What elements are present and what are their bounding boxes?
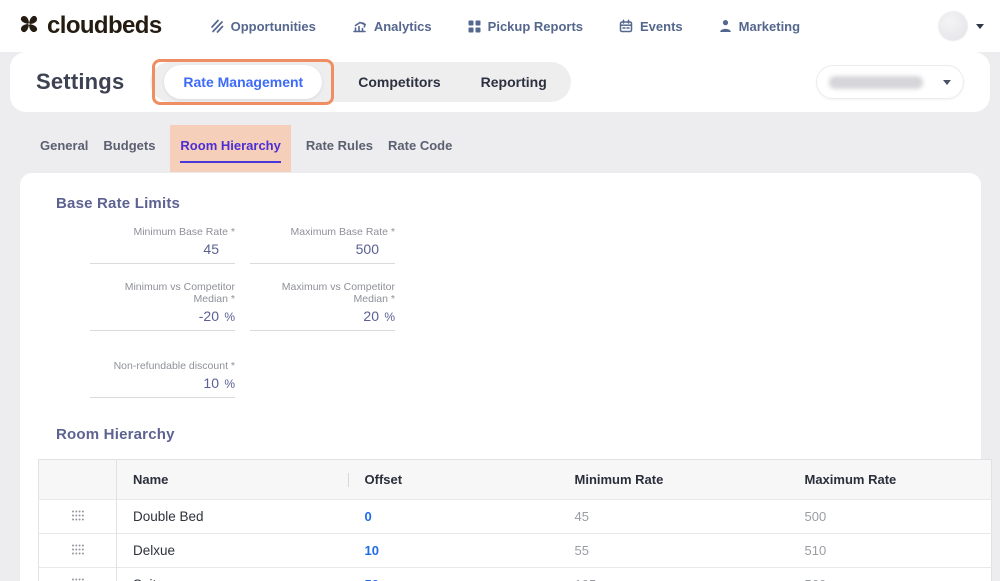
maximum-vs-competitor-median-field: Maximum vs Competitor Median * 20 % bbox=[250, 281, 395, 331]
minimum-vs-competitor-median-field: Minimum vs Competitor Median * -20 % bbox=[90, 281, 235, 331]
offset-value-link[interactable]: 0 bbox=[365, 509, 372, 524]
chevron-down-icon bbox=[943, 80, 951, 85]
tab-reporting[interactable]: Reporting bbox=[461, 65, 567, 99]
maximum-vs-competitor-median-input[interactable]: 20 % bbox=[250, 305, 395, 331]
table-header-row: Name Offset Minimum Rate Maximum Rate bbox=[39, 460, 992, 500]
subtab-room-hierarchy[interactable]: Room Hierarchy bbox=[170, 125, 290, 172]
minimum-vs-competitor-median-input[interactable]: -20 % bbox=[90, 305, 235, 331]
annotation-box-rate-management: Rate Management bbox=[152, 59, 334, 105]
minimum-base-rate-field: Minimum Base Rate * 45 bbox=[90, 226, 235, 264]
subtab-rate-rules[interactable]: Rate Rules bbox=[306, 138, 373, 153]
top-navbar: cloudbeds Opportunities Analytics bbox=[0, 0, 1000, 52]
nav-item-opportunities[interactable]: Opportunities bbox=[210, 19, 316, 34]
room-hierarchy-table: Name Offset Minimum Rate Maximum Rate Do… bbox=[38, 459, 992, 581]
tab-rate-management[interactable]: Rate Management bbox=[164, 65, 322, 99]
user-avatar[interactable] bbox=[938, 11, 968, 41]
column-header-minimum-rate: Minimum Rate bbox=[559, 460, 789, 500]
analytics-icon bbox=[352, 19, 367, 33]
nav-item-analytics[interactable]: Analytics bbox=[352, 19, 432, 34]
base-rate-limits-heading: Base Rate Limits bbox=[56, 195, 981, 212]
content-card: Base Rate Limits Minimum Base Rate * 45 … bbox=[20, 173, 981, 581]
offset-value-link[interactable]: 50 bbox=[365, 577, 379, 581]
property-name-blurred bbox=[829, 76, 923, 89]
settings-header-card: Settings Rate Management Competitors Rep… bbox=[10, 52, 990, 112]
page-title: Settings bbox=[36, 69, 124, 95]
nav-item-events[interactable]: Events bbox=[619, 19, 683, 34]
cloudbeds-pinwheel-icon bbox=[16, 11, 42, 42]
room-name: Suite bbox=[117, 568, 349, 581]
minimum-rate-value: 45 bbox=[559, 500, 789, 534]
cloudbeds-logo[interactable]: cloudbeds bbox=[16, 11, 162, 42]
maximum-rate-value: 500 bbox=[789, 500, 992, 534]
nav-item-marketing[interactable]: Marketing bbox=[719, 19, 800, 34]
brand-wordmark: cloudbeds bbox=[47, 12, 162, 40]
settings-subtabs: General Budgets Room Hierarchy Rate Rule… bbox=[0, 112, 1000, 173]
minimum-base-rate-input[interactable]: 45 bbox=[90, 238, 235, 264]
base-rate-limits-fields: Minimum Base Rate * 45 Maximum Base Rate… bbox=[90, 226, 981, 398]
maximum-rate-value: 560 bbox=[789, 568, 992, 581]
minimum-rate-value: 105 bbox=[559, 568, 789, 581]
table-row-double-bed: Double Bed 0 45 500 bbox=[39, 500, 992, 534]
drag-handle[interactable] bbox=[39, 534, 117, 568]
offset-value-link[interactable]: 10 bbox=[365, 543, 379, 558]
room-name: Delxue bbox=[117, 534, 349, 568]
column-header-offset: Offset bbox=[349, 460, 559, 500]
nav-items: Opportunities Analytics Pickup Reports bbox=[210, 19, 800, 34]
table-row-delxue: Delxue 10 55 510 bbox=[39, 534, 992, 568]
non-refundable-discount-input[interactable]: 10 % bbox=[90, 372, 235, 398]
maximum-rate-value: 510 bbox=[789, 534, 992, 568]
marketing-icon bbox=[719, 19, 732, 33]
column-header-maximum-rate: Maximum Rate bbox=[789, 460, 992, 500]
drag-handle[interactable] bbox=[39, 500, 117, 534]
maximum-base-rate-input[interactable]: 500 bbox=[250, 238, 395, 264]
settings-tab-group: Rate Management Competitors Reporting bbox=[150, 62, 570, 102]
non-refundable-discount-field: Non-refundable discount * 10 % bbox=[90, 360, 235, 398]
nav-right bbox=[938, 11, 984, 41]
room-hierarchy-heading: Room Hierarchy bbox=[56, 426, 981, 443]
property-selector-dropdown[interactable] bbox=[816, 65, 964, 99]
room-name: Double Bed bbox=[117, 500, 349, 534]
subtab-budgets[interactable]: Budgets bbox=[103, 138, 155, 153]
minimum-rate-value: 55 bbox=[559, 534, 789, 568]
events-icon bbox=[619, 19, 633, 33]
subtab-general[interactable]: General bbox=[40, 138, 88, 153]
tab-competitors[interactable]: Competitors bbox=[338, 65, 460, 99]
drag-handle[interactable] bbox=[39, 568, 117, 581]
column-header-name: Name bbox=[117, 460, 349, 500]
drag-handle-column-header bbox=[39, 460, 117, 500]
pickup-reports-icon bbox=[468, 20, 481, 33]
nav-item-pickup-reports[interactable]: Pickup Reports bbox=[468, 19, 583, 34]
maximum-base-rate-field: Maximum Base Rate * 500 bbox=[250, 226, 395, 264]
subtab-rate-code[interactable]: Rate Code bbox=[388, 138, 452, 153]
opportunities-icon bbox=[210, 19, 224, 33]
table-row-suite: Suite 50 105 560 bbox=[39, 568, 992, 581]
user-menu-caret-icon[interactable] bbox=[976, 24, 984, 29]
